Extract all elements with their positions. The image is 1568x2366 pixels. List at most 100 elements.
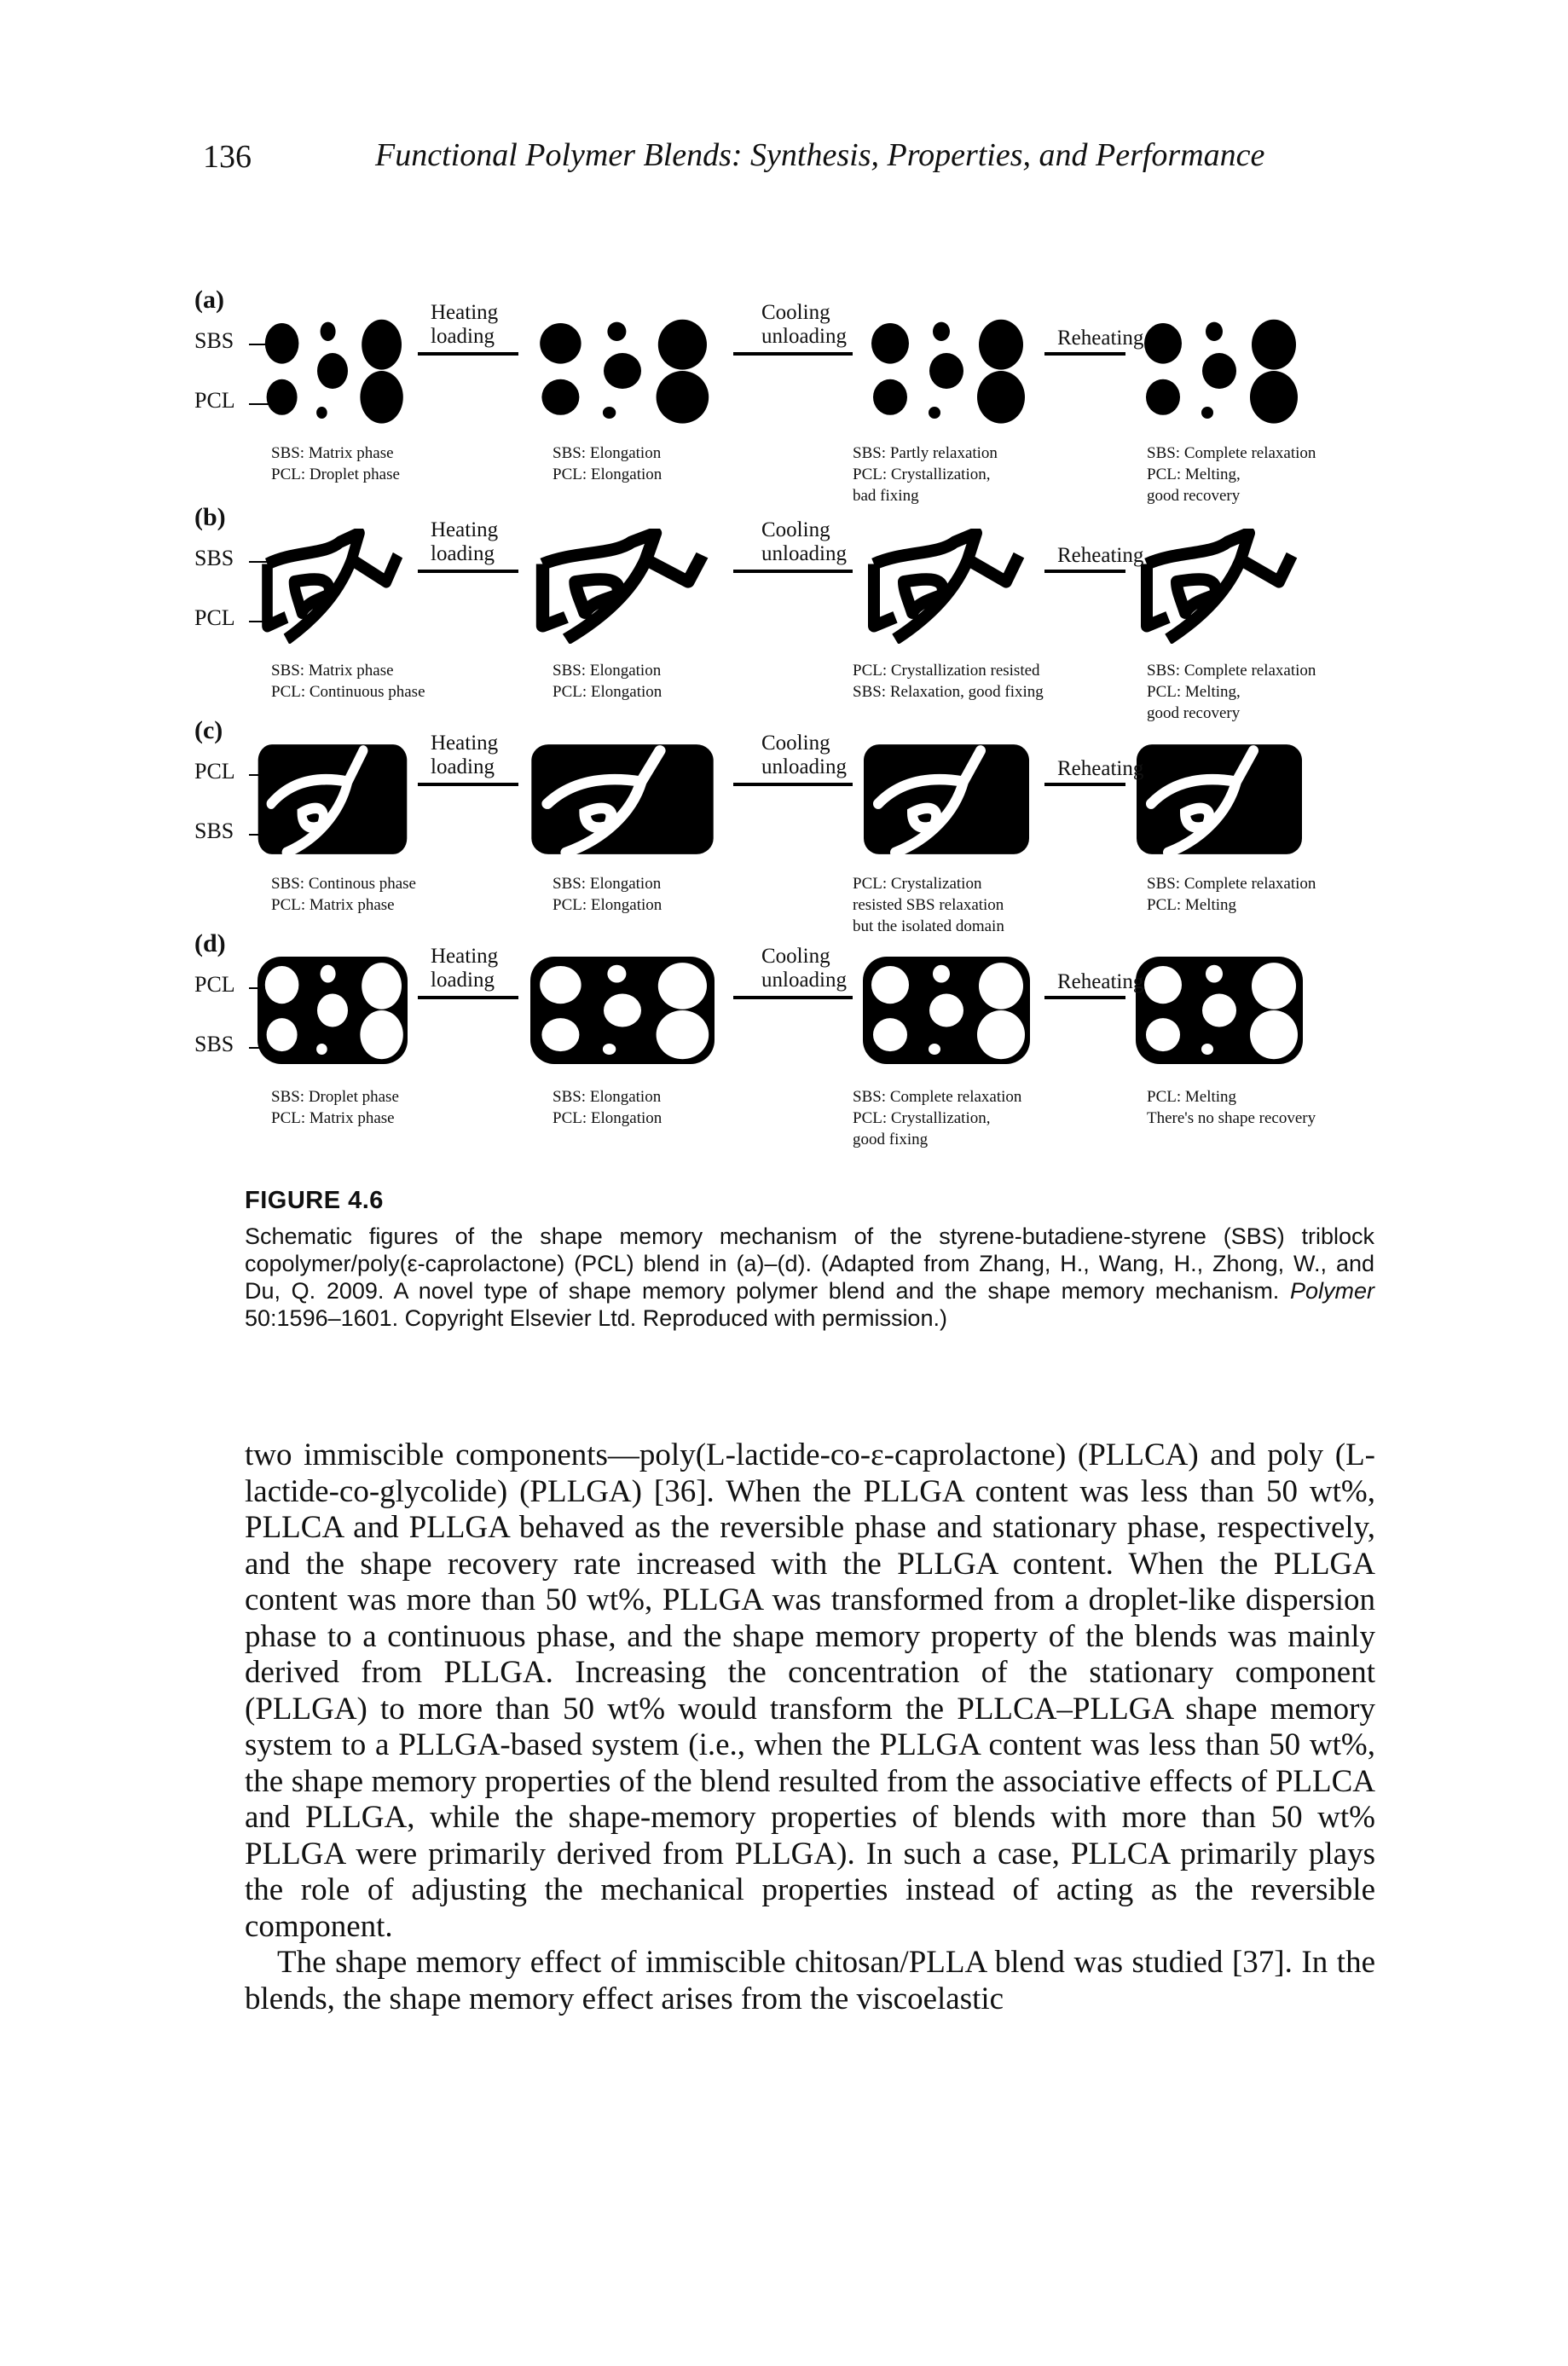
stage-caption: PCL: Elongation (553, 896, 662, 914)
stage-caption: SBS: Complete relaxation (1147, 444, 1316, 462)
droplet (656, 1010, 709, 1060)
droplet (317, 353, 348, 389)
droplet (657, 963, 707, 1009)
stage-caption: SBS: Matrix phase (271, 444, 394, 462)
process-arrow-line (733, 783, 853, 786)
stage-caption: PCL: Matrix phase (271, 896, 395, 914)
step-label: Heating (431, 945, 499, 968)
stage-caption: SBS: Elongation (553, 444, 662, 462)
process-arrow-line (1044, 783, 1125, 786)
stage-caption: good recovery (1147, 487, 1241, 505)
droplet (657, 319, 707, 370)
stage-graphic (256, 955, 409, 1066)
stage-graphic (1134, 311, 1305, 431)
stage-caption: PCL: Crystallization, (853, 1109, 991, 1127)
stage-caption: bad fixing (853, 487, 919, 505)
droplet (1201, 1044, 1213, 1055)
process-arrow-line (418, 570, 518, 573)
droplet (1146, 1018, 1180, 1052)
stage-caption: SBS: Elongation (553, 1088, 662, 1106)
stage-caption: good fixing (853, 1131, 929, 1148)
step-label: Cooling (761, 945, 830, 968)
step-label: loading (431, 542, 495, 565)
droplet (264, 323, 299, 364)
stage-caption: SBS: Complete relaxation (853, 1088, 1022, 1106)
stage-caption: resisted SBS relaxation (853, 896, 1004, 914)
process-arrow-line (733, 352, 853, 356)
process-arrow-line (733, 996, 853, 999)
stage-caption: PCL: Elongation (553, 466, 662, 483)
caption-text-end: 50:1596–1601. Copyright Elsevier Ltd. Re… (245, 1305, 947, 1331)
droplet (602, 407, 616, 419)
continuous-phase (868, 529, 1025, 644)
droplet (1144, 323, 1182, 364)
process-arrow-line (733, 570, 853, 573)
step-label: Heating (431, 301, 499, 324)
step-label: Heating (431, 732, 499, 755)
step-label: unloading (761, 542, 847, 565)
stage-graphic (529, 311, 716, 431)
stage-caption: PCL: Crystalization (853, 875, 982, 893)
process-arrow-line (1044, 352, 1125, 356)
droplet (873, 379, 907, 415)
droplet (933, 321, 950, 341)
stage-graphic (529, 529, 716, 644)
droplet (1201, 407, 1213, 419)
droplet (540, 966, 581, 1004)
stage-graphic (256, 742, 409, 857)
panel-letter: (b) (194, 503, 226, 531)
process-arrow-line (1044, 570, 1125, 573)
continuous-phase (262, 529, 403, 644)
droplet (929, 407, 940, 419)
stage-caption: PCL: Melting (1147, 896, 1237, 914)
stage-caption: PCL: Elongation (553, 683, 662, 701)
side-label-sbs: SBS (194, 1032, 234, 1056)
stage-graphic (529, 742, 716, 857)
droplet (871, 966, 909, 1004)
droplet (979, 963, 1023, 1009)
stage-caption: SBS: Complete relaxation (1147, 875, 1316, 893)
step-label: unloading (761, 969, 847, 992)
step-label: Reheating (1057, 970, 1144, 993)
continuous-phase (1141, 529, 1298, 644)
process-arrow-line (418, 352, 518, 356)
droplet (1252, 963, 1296, 1009)
side-label-pcl: PCL (194, 972, 235, 997)
droplet (929, 353, 963, 389)
droplet (656, 371, 709, 424)
droplet (362, 319, 402, 370)
droplet (979, 319, 1023, 370)
droplet (1206, 964, 1223, 983)
stage-caption: PCL: Melting, (1147, 466, 1241, 483)
stage-graphic (861, 529, 1032, 644)
droplet (317, 993, 348, 1027)
stage-caption: SBS: Continous phase (271, 875, 416, 893)
stage-caption: PCL: Crystallization resisted (853, 662, 1040, 680)
stage-caption: PCL: Elongation (553, 1109, 662, 1127)
page-number: 136 (203, 139, 252, 175)
stage-caption: PCL: Matrix phase (271, 1109, 395, 1127)
droplet (320, 321, 336, 341)
stage-graphic (1134, 529, 1305, 644)
droplet (1206, 321, 1223, 341)
step-label: Cooling (761, 732, 830, 755)
running-head: Functional Polymer Blends: Synthesis, Pr… (375, 137, 1265, 173)
droplet (1250, 1010, 1298, 1060)
stage-caption: PCL: Continuous phase (271, 683, 425, 701)
stage-graphic (861, 955, 1032, 1066)
caption-journal: Polymer (1289, 1278, 1374, 1304)
droplet (1144, 966, 1182, 1004)
step-label: Reheating (1057, 544, 1144, 567)
step-label: loading (431, 969, 495, 992)
droplet (933, 964, 950, 983)
stage-caption: PCL: Melting, (1147, 683, 1241, 701)
process-arrow-line (418, 783, 518, 786)
body-text: two immiscible components—poly(L-lactide… (245, 1438, 1375, 2017)
step-label: loading (431, 755, 495, 778)
droplet (316, 407, 327, 419)
stage-caption: PCL: Droplet phase (271, 466, 400, 483)
droplet (977, 1010, 1025, 1060)
droplet (1202, 993, 1236, 1027)
stage-graphic (256, 529, 409, 644)
side-label-sbs: SBS (194, 328, 234, 353)
